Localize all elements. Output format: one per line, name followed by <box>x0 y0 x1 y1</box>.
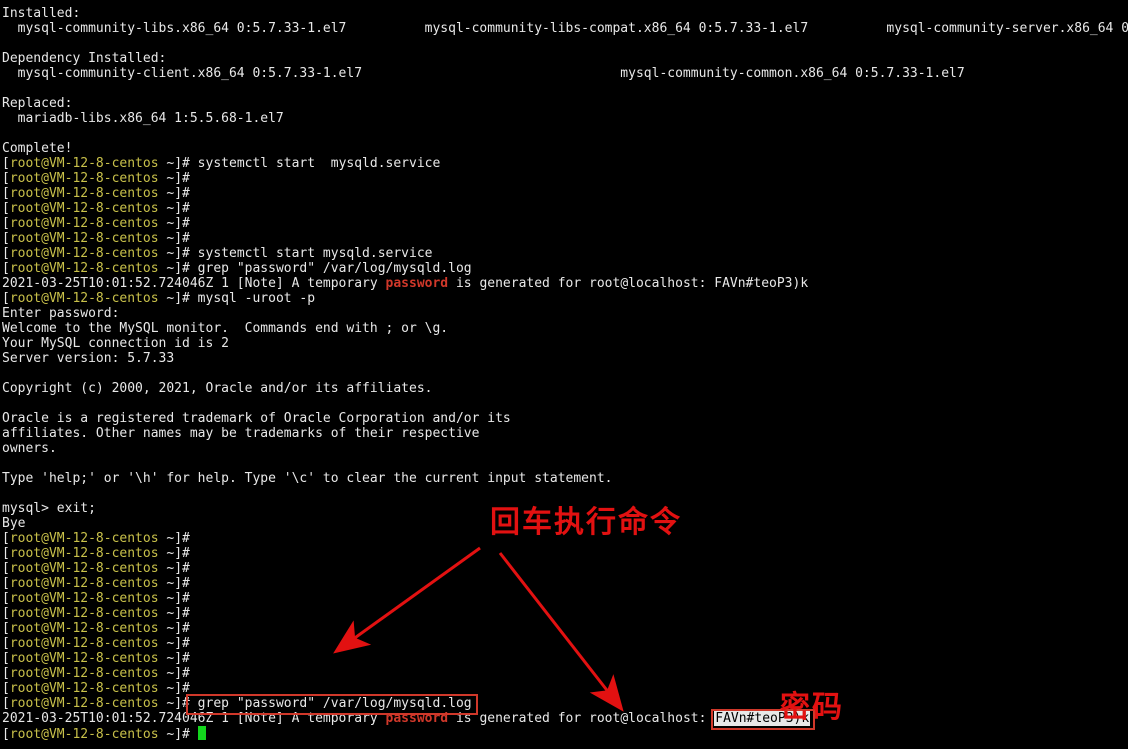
terminal-line: Oracle is a registered trademark of Orac… <box>2 411 1128 426</box>
terminal-line: [root@VM-12-8-centos ~]# <box>2 636 1128 651</box>
prompt-host: root@VM-12-8-centos <box>10 291 159 306</box>
terminal-line: [root@VM-12-8-centos ~]# <box>2 666 1128 681</box>
terminal-line: Your MySQL connection id is 2 <box>2 336 1128 351</box>
terminal-line: [root@VM-12-8-centos ~]# <box>2 606 1128 621</box>
terminal-line: Replaced: <box>2 96 1128 111</box>
prompt-host: root@VM-12-8-centos <box>10 621 159 636</box>
prompt-host: root@VM-12-8-centos <box>10 591 159 606</box>
terminal-line: Enter password: <box>2 306 1128 321</box>
prompt-host: root@VM-12-8-centos <box>10 561 159 576</box>
terminal-line: [root@VM-12-8-centos ~]# grep "password"… <box>2 696 1128 711</box>
prompt-command <box>190 727 198 742</box>
terminal-line: 2021-03-25T10:01:52.724046Z 1 [Note] A t… <box>2 711 1128 726</box>
terminal-line: [root@VM-12-8-centos ~]# <box>2 546 1128 561</box>
terminal-line: [root@VM-12-8-centos ~]# systemctl start… <box>2 246 1128 261</box>
terminal-line: [root@VM-12-8-centos ~]# mysql -uroot -p <box>2 291 1128 306</box>
terminal-line: mysql> exit; <box>2 501 1128 516</box>
terminal-line: [root@VM-12-8-centos ~]# systemctl start… <box>2 156 1128 171</box>
prompt-host: root@VM-12-8-centos <box>10 246 159 261</box>
password-keyword: password <box>386 711 449 726</box>
terminal-line: Dependency Installed: <box>2 51 1128 66</box>
terminal-line: [root@VM-12-8-centos ~]# <box>2 621 1128 636</box>
prompt-host: root@VM-12-8-centos <box>10 681 159 696</box>
prompt-host: root@VM-12-8-centos <box>10 171 159 186</box>
generated-password: FAVn#teoP3)k <box>714 711 810 726</box>
terminal-line: [root@VM-12-8-centos ~]# <box>2 186 1128 201</box>
prompt-host: root@VM-12-8-centos <box>10 261 159 276</box>
prompt-host: root@VM-12-8-centos <box>10 727 159 742</box>
terminal-line: Bye <box>2 516 1128 531</box>
prompt-host: root@VM-12-8-centos <box>10 636 159 651</box>
terminal-line <box>2 396 1128 411</box>
prompt-host: root@VM-12-8-centos <box>10 216 159 231</box>
terminal-line: affiliates. Other names may be trademark… <box>2 426 1128 441</box>
terminal-line: owners. <box>2 441 1128 456</box>
terminal-line: [root@VM-12-8-centos ~]# <box>2 531 1128 546</box>
prompt-host: root@VM-12-8-centos <box>10 156 159 171</box>
terminal-line: [root@VM-12-8-centos ~]# <box>2 201 1128 216</box>
prompt-host: root@VM-12-8-centos <box>10 666 159 681</box>
prompt-command: grep "password" /var/log/mysqld.log <box>190 696 472 711</box>
prompt-host: root@VM-12-8-centos <box>10 606 159 621</box>
terminal-line: Copyright (c) 2000, 2021, Oracle and/or … <box>2 381 1128 396</box>
prompt-host: root@VM-12-8-centos <box>10 696 159 711</box>
terminal-line: Type 'help;' or '\h' for help. Type '\c'… <box>2 471 1128 486</box>
prompt-host: root@VM-12-8-centos <box>10 186 159 201</box>
prompt-command: systemctl start mysqld.service <box>190 246 433 261</box>
terminal-line: mariadb-libs.x86_64 1:5.5.68-1.el7 <box>2 111 1128 126</box>
prompt-host: root@VM-12-8-centos <box>10 576 159 591</box>
terminal-line: [root@VM-12-8-centos ~]# <box>2 591 1128 606</box>
terminal-line: [root@VM-12-8-centos ~]# <box>2 561 1128 576</box>
terminal-line: [root@VM-12-8-centos ~]# <box>2 216 1128 231</box>
terminal-line: mysql-community-client.x86_64 0:5.7.33-1… <box>2 66 1128 81</box>
terminal-line <box>2 486 1128 501</box>
prompt-host: root@VM-12-8-centos <box>10 651 159 666</box>
terminal-line: Welcome to the MySQL monitor. Commands e… <box>2 321 1128 336</box>
prompt-host: root@VM-12-8-centos <box>10 546 159 561</box>
terminal-line: mysql-community-libs.x86_64 0:5.7.33-1.e… <box>2 21 1128 36</box>
terminal-line: [root@VM-12-8-centos ~]# <box>2 726 1128 741</box>
terminal-line: [root@VM-12-8-centos ~]# <box>2 231 1128 246</box>
terminal-line: [root@VM-12-8-centos ~]# grep "password"… <box>2 261 1128 276</box>
prompt-host: root@VM-12-8-centos <box>10 231 159 246</box>
terminal-line: [root@VM-12-8-centos ~]# <box>2 171 1128 186</box>
terminal-line <box>2 81 1128 96</box>
terminal-line: 2021-03-25T10:01:52.724046Z 1 [Note] A t… <box>2 276 1128 291</box>
terminal-line <box>2 366 1128 381</box>
terminal-line: [root@VM-12-8-centos ~]# <box>2 651 1128 666</box>
terminal-line <box>2 36 1128 51</box>
terminal-line: [root@VM-12-8-centos ~]# <box>2 681 1128 696</box>
password-keyword: password <box>386 276 449 291</box>
terminal-line: Complete! <box>2 141 1128 156</box>
terminal-line <box>2 126 1128 141</box>
terminal-cursor <box>198 726 206 740</box>
terminal-line: Server version: 5.7.33 <box>2 351 1128 366</box>
prompt-command: systemctl start mysqld.service <box>190 156 440 171</box>
terminal-output[interactable]: Installed: mysql-community-libs.x86_64 0… <box>2 6 1128 741</box>
prompt-host: root@VM-12-8-centos <box>10 531 159 546</box>
prompt-host: root@VM-12-8-centos <box>10 201 159 216</box>
terminal-line: [root@VM-12-8-centos ~]# <box>2 576 1128 591</box>
terminal-line <box>2 456 1128 471</box>
prompt-command: grep "password" /var/log/mysqld.log <box>190 261 472 276</box>
terminal-line: Installed: <box>2 6 1128 21</box>
prompt-command: mysql -uroot -p <box>190 291 315 306</box>
